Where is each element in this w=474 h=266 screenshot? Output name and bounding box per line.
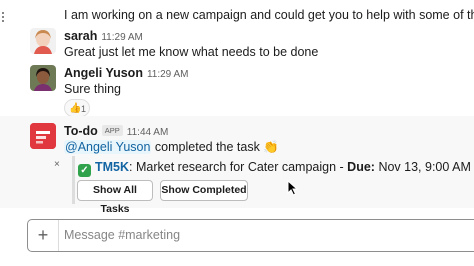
message-angeli: Angeli Yuson 11:29 AM Sure thing 👍 1	[0, 64, 474, 117]
plus-icon[interactable]: +	[28, 220, 59, 251]
reaction-thumbs-up[interactable]: 👍 1	[64, 99, 90, 117]
action-text: completed the task	[154, 140, 260, 154]
message-text: I am working on a new campaign and could…	[64, 8, 474, 22]
timestamp[interactable]: 11:29 AM	[101, 32, 143, 43]
task-line: ✓ TM5K: Market research for Cater campaig…	[78, 159, 471, 177]
avatar[interactable]	[30, 65, 56, 91]
due-label: Due:	[347, 160, 375, 174]
show-completed-button[interactable]: Show Completed	[160, 180, 248, 201]
message-text: Sure thing	[64, 82, 121, 96]
slack-channel-view: I am working on a new campaign and could…	[0, 0, 474, 266]
task-id-link[interactable]: TM5K	[95, 160, 129, 174]
task-completed-text: @Angeli Yuson completed the task 👏	[64, 139, 279, 155]
composer-placeholder[interactable]: Message #marketing	[64, 228, 180, 242]
check-icon: ✓	[78, 164, 91, 177]
more-dots-icon[interactable]	[2, 12, 6, 22]
message-sarah: sarah 11:29 AM Great just let me know wha…	[0, 28, 474, 64]
author-label[interactable]: To-do	[64, 124, 98, 138]
timestamp[interactable]: 11:29 AM	[147, 69, 189, 80]
author-label[interactable]: Angeli Yuson	[64, 66, 143, 80]
message-text: Great just let me know what needs to be …	[64, 45, 319, 59]
app-badge: APP	[101, 125, 123, 136]
timestamp[interactable]: 11:44 AM	[127, 127, 169, 138]
close-icon[interactable]: ×	[54, 159, 60, 170]
message-continuation: I am working on a new campaign and could…	[0, 0, 474, 28]
todo-app-icon[interactable]	[30, 123, 56, 149]
show-all-tasks-button[interactable]: Show All Tasks	[77, 180, 153, 215]
mouse-cursor-icon	[287, 180, 299, 196]
due-value: Nov 13, 9:00 AM	[378, 160, 471, 174]
avatar[interactable]	[30, 28, 56, 54]
clap-icon: 👏	[263, 140, 279, 154]
message-composer[interactable]: + Message #marketing	[27, 219, 474, 252]
user-mention[interactable]: @Angeli Yuson	[64, 140, 152, 154]
task-text: : Market research for Cater campaign -	[129, 160, 348, 174]
author-label[interactable]: sarah	[64, 29, 97, 43]
